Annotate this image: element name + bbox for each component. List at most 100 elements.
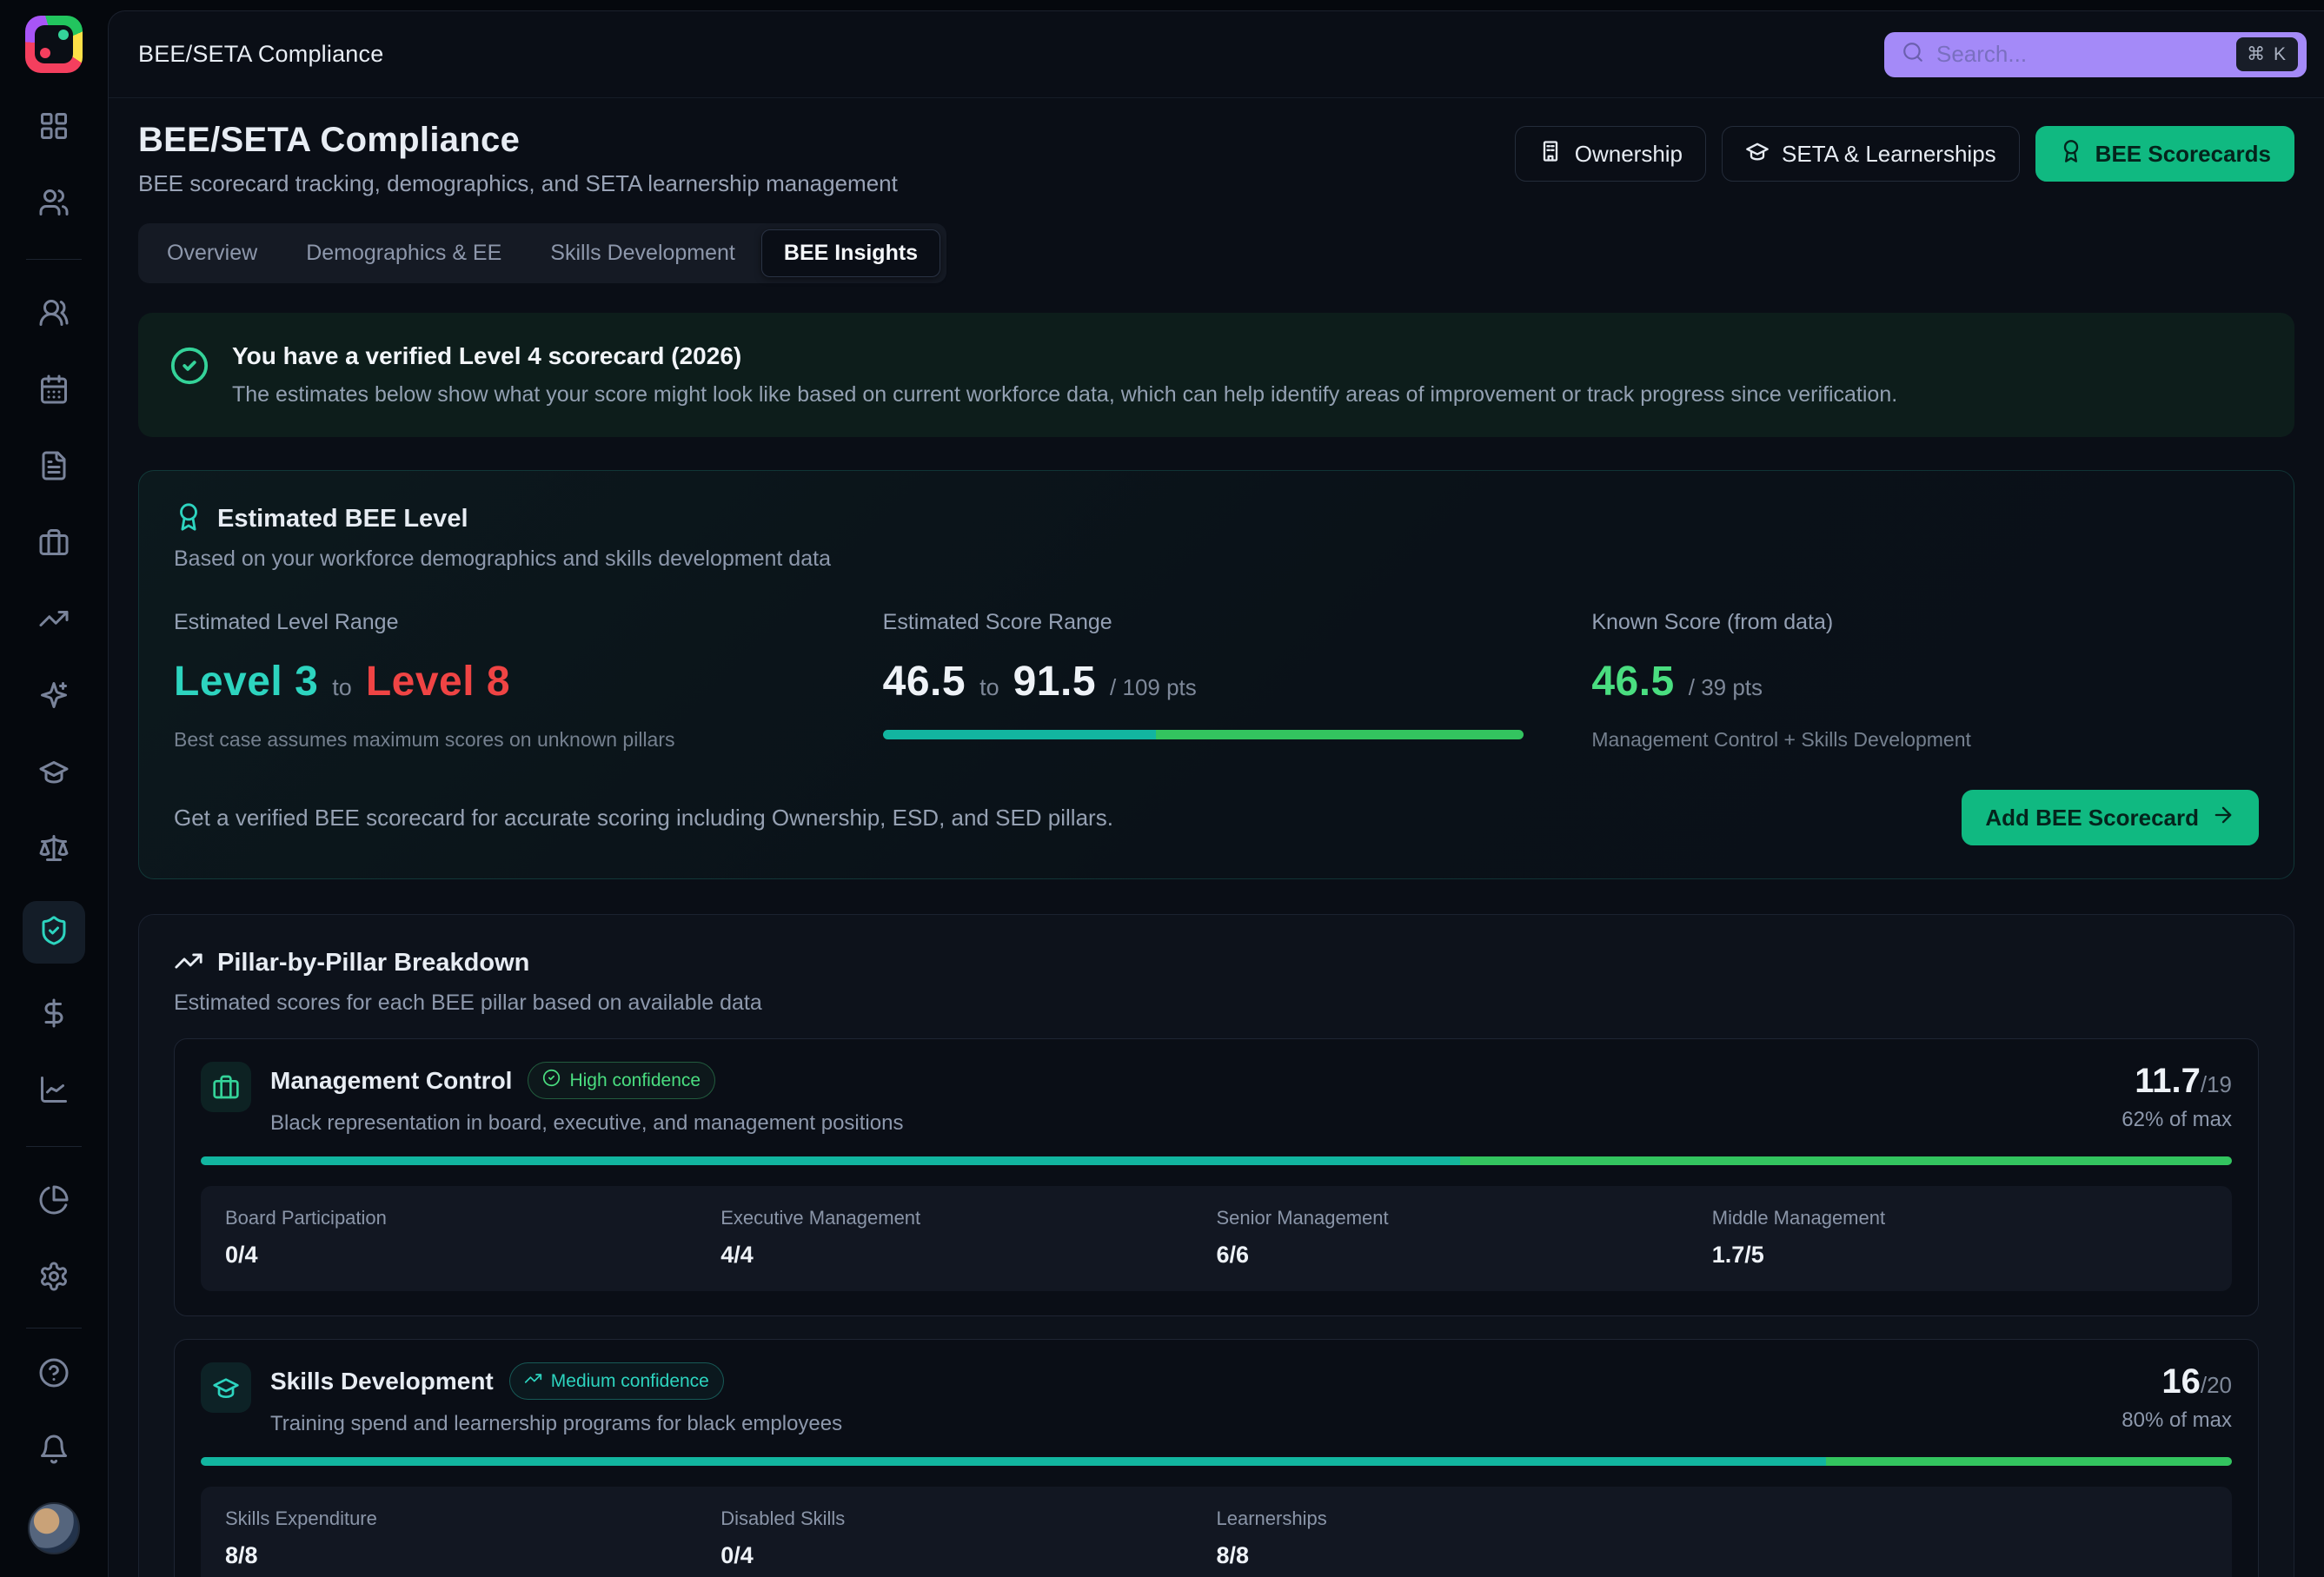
bell-icon [38,1434,70,1469]
estimated-footer-text: Get a verified BEE scorecard for accurat… [174,805,1113,832]
pillar-percent-of-max: 62% of max [2121,1108,2232,1132]
line-chart-icon [38,1074,70,1110]
search-input[interactable]: Search... ⌘ K [1884,32,2307,77]
bee-scorecards-button-label: BEE Scorecards [2095,141,2271,168]
sidebar-item-calendar[interactable] [23,366,85,416]
pillar-score: 11.7 [2135,1062,2201,1100]
search-shortcut-badge: ⌘ K [2236,37,2298,71]
trending-up-icon [524,1369,542,1393]
stat-value: 0/4 [225,1242,720,1269]
ownership-button-label: Ownership [1575,141,1683,168]
sidebar-item-notifications[interactable] [23,1426,85,1476]
search-placeholder: Search... [1936,41,2236,68]
stat-label: Skills Expenditure [225,1507,720,1530]
seta-learnerships-button-label: SETA & Learnerships [1782,141,1996,168]
bee-scorecards-button[interactable]: BEE Scorecards [2035,126,2294,182]
sidebar-item-finance[interactable] [23,990,85,1040]
tab-overview[interactable]: Overview [144,229,280,277]
known-score-suffix: / 39 pts [1689,674,1763,701]
score-range-potential-segment [1156,730,1523,739]
sparkles-icon [38,679,70,715]
pillar-progress-bar [201,1457,2232,1466]
trending-up-icon [38,603,70,639]
pillar-remainder-segment [1826,1457,2232,1466]
banner-description: The estimates below show what your score… [232,382,1897,408]
sidebar-item-business[interactable] [23,519,85,569]
stat-value: 0/4 [720,1542,1216,1569]
pillar-name: Management Control [270,1067,512,1095]
ownership-button[interactable]: Ownership [1515,126,1706,182]
pillar-percent-of-max: 80% of max [2121,1408,2232,1433]
sidebar-item-documents[interactable] [23,442,85,493]
stat-value: 4/4 [720,1242,1216,1269]
sidebar-item-settings[interactable] [23,1253,85,1303]
sidebar-item-team[interactable] [23,179,85,229]
tab-skills-development[interactable]: Skills Development [528,229,758,277]
known-score: Known Score (from data) 46.5 / 39 pts Ma… [1591,610,2259,752]
stat-label: Board Participation [225,1207,720,1229]
pillar-remainder-segment [1460,1156,2232,1165]
pillar-score-segment [201,1156,1460,1165]
arrow-right-icon [2211,803,2235,833]
level-range-worst: Level 8 [366,658,510,706]
stat-value: 8/8 [1217,1542,1712,1569]
stat-skills-expenditure: Skills Expenditure 8/8 [225,1507,720,1569]
briefcase-icon [201,1062,251,1112]
pillar-score-max: /19 [2201,1071,2232,1097]
known-score-note: Management Control + Skills Development [1591,728,2259,752]
sidebar-item-reports[interactable] [23,1176,85,1227]
tab-bee-insights[interactable]: BEE Insights [761,229,940,277]
stat-middle-management: Middle Management 1.7/5 [1712,1207,2208,1269]
score-range-to: 91.5 [1013,658,1096,706]
add-bee-scorecard-label: Add BEE Scorecard [1985,805,2199,832]
stat-disabled-skills: Disabled Skills 0/4 [720,1507,1216,1569]
pillar-description: Training spend and learnership programs … [270,1412,842,1436]
users-round-icon [38,297,70,333]
user-avatar[interactable] [28,1502,80,1554]
sidebar-item-legal[interactable] [23,825,85,875]
sidebar-item-training[interactable] [23,748,85,798]
sidebar-item-ai[interactable] [23,672,85,722]
tab-bar: Overview Demographics & EE Skills Develo… [138,223,946,283]
pillar-description: Black representation in board, executive… [270,1111,903,1136]
sidebar-item-dashboard[interactable] [23,103,85,153]
users-icon [38,187,70,222]
estimated-score-range: Estimated Score Range 46.5 to 91.5 / 109… [883,610,1550,752]
pillar-stats: Board Participation 0/4 Executive Manage… [201,1186,2232,1291]
level-range-best: Level 3 [174,658,318,706]
check-circle-icon [542,1069,561,1092]
award-icon [2059,139,2083,169]
sidebar-item-help[interactable] [23,1349,85,1400]
sidebar-item-growth[interactable] [23,595,85,646]
graduation-cap-icon [1745,139,1770,169]
tab-demographics-ee[interactable]: Demographics & EE [283,229,524,277]
app-logo[interactable] [25,16,83,73]
confidence-badge-label: Medium confidence [551,1371,709,1392]
estimated-level-range: Estimated Level Range Level 3 to Level 8… [174,610,841,752]
search-icon [1902,41,1924,68]
level-range-label: Estimated Level Range [174,610,841,635]
pie-chart-icon [38,1184,70,1220]
page-title: BEE/SETA Compliance [138,121,898,160]
score-range-suffix: / 109 pts [1110,674,1197,701]
pillar-skills-development: Skills Development Medium confidence Tra… [174,1339,2259,1577]
confidence-badge: High confidence [528,1062,715,1099]
sidebar-item-employees[interactable] [23,289,85,340]
calendar-icon [38,374,70,409]
help-circle-icon [38,1357,70,1393]
add-bee-scorecard-button[interactable]: Add BEE Scorecard [1962,790,2259,845]
estimated-level-subheading: Based on your workforce demographics and… [174,547,2259,572]
pillar-breakdown-heading: Pillar-by-Pillar Breakdown [217,949,529,977]
sidebar-item-analytics[interactable] [23,1066,85,1116]
sidebar-item-compliance[interactable] [23,901,85,964]
seta-learnerships-button[interactable]: SETA & Learnerships [1722,126,2020,182]
sidebar [0,0,108,1577]
pillar-management-control: Management Control High confidence Black… [174,1038,2259,1316]
building-icon [1538,139,1563,169]
estimated-bee-level-card: Estimated BEE Level Based on your workfo… [138,470,2294,879]
stat-value: 1.7/5 [1712,1242,2208,1269]
page-subtitle: BEE scorecard tracking, demographics, an… [138,170,898,197]
file-text-icon [38,450,70,486]
stat-board-participation: Board Participation 0/4 [225,1207,720,1269]
known-score-value: 46.5 [1591,658,1674,706]
